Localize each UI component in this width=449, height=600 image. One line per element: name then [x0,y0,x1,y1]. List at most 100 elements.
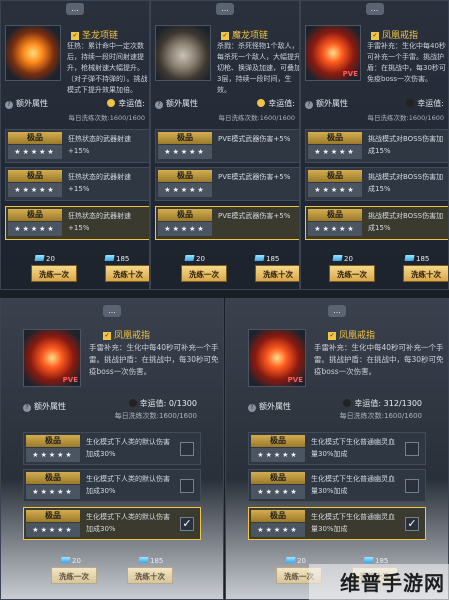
item-name-text: 魔龙项链 [232,31,269,41]
lock-checkbox-checked[interactable]: ✓ [180,517,194,531]
luck-value: 幸运值: 0/1300 [128,398,197,409]
lock-checkbox[interactable] [180,479,194,493]
gem-icon [34,255,45,261]
daily-count: 每日洗练次数:1600/1600 [114,412,197,420]
tier-badge: 极品 [8,209,62,221]
refine-once-button[interactable]: 洗练一次 [329,265,375,282]
refine-ten-button[interactable]: 洗练十次 [255,265,299,282]
attr-row[interactable]: 极品 ★★★★★ 生化模式下生化普通幽灵血量30%加成 [248,469,426,502]
tier-badge: 极品 [8,132,62,144]
star-rating: ★★★★★ [251,523,305,537]
refine-once-button[interactable]: 洗练一次 [51,567,97,584]
item-image-ring: PVE [23,329,81,387]
lock-checkbox[interactable] [180,442,194,456]
star-rating: ★★★★★ [26,485,80,499]
attr-row[interactable]: 极品 ★★★★★ 狂热状态的武器射速+15% [5,129,149,163]
item-image-ring: PVE [248,329,306,387]
cost-once: 20 [332,255,353,263]
attr-row[interactable]: 极品 ★★★★★ PVE模式武器伤害+5% [155,206,299,240]
item-type-icon: ✓ [371,32,379,40]
item-name-text: 圣龙项链 [82,31,119,41]
attr-row[interactable]: 极品 ★★★★★ 生化模式下人类的默认伤害加成30% [23,432,201,465]
tier-badge: 极品 [251,435,305,447]
luck-icon [406,99,415,107]
help-icon[interactable]: ? [305,101,313,109]
lock-checkbox[interactable] [405,479,419,493]
chat-icon[interactable]: ... [216,3,234,15]
star-rating: ★★★★★ [26,523,80,537]
luck-value: 幸运值: 312/1300 [343,398,422,409]
cost-once-value: 20 [297,557,306,565]
cost-ten-value: 185 [266,255,280,263]
item-name-text: 凤凰戒指 [382,31,419,41]
gem-icon [285,557,296,563]
chat-icon[interactable]: ... [365,3,384,15]
attr-row[interactable]: 极品 ★★★★★ 生化模式下人类的默认伤害加成30% [23,469,201,502]
gem-icon [404,255,415,261]
refine-panel-5: ... PVE ✓ 凤凰戒指 手雷补充：生化中每40秒可补充一个手雷。挑战护盾：在… [225,298,449,600]
tier-badge: 极品 [8,170,62,182]
help-icon[interactable]: ? [248,404,256,412]
star-rating: ★★★★★ [8,145,62,159]
tier-badge: 极品 [26,510,80,522]
tier-badge: 极品 [158,209,212,221]
attr-row[interactable]: 极品 ★★★★★ PVE模式武器伤害+5% [155,129,299,163]
luck-icon [257,99,266,107]
attr-text: 挑战模式对BOSS伤害加成15% [368,135,444,155]
pve-tag: PVE [342,70,358,78]
refine-once-button[interactable]: 洗练一次 [181,265,227,282]
refine-ten-button[interactable]: 洗练十次 [127,567,173,584]
daily-count: 每日洗练次数:1600/1600 [339,412,422,420]
star-rating: ★★★★★ [8,222,62,236]
attr-row[interactable]: 极品 ★★★★★ 生化模式下人类的默认伤害加成30% ✓ [23,507,201,540]
item-image-necklace [5,25,61,81]
attr-row[interactable]: 极品 ★★★★★ 挑战模式对BOSS伤害加成15% [305,206,448,240]
item-image-necklace [155,25,211,81]
tier-badge: 极品 [26,472,80,484]
star-rating: ★★★★★ [251,448,305,462]
cost-ten: 185 [104,255,129,263]
refine-once-button[interactable]: 洗练一次 [31,265,77,282]
attr-row[interactable]: 极品 ★★★★★ 生化模式下生化普通幽灵血量30%加成 ✓ [248,507,426,540]
gem-icon [332,255,343,261]
refine-ten-button[interactable]: 洗练十次 [105,265,149,282]
chat-icon[interactable]: ... [328,305,346,317]
help-icon[interactable]: ? [5,101,13,109]
chat-icon[interactable]: ... [66,3,84,15]
refine-panel-3: ... PVE ✓ 凤凰戒指 手雷补充：生化中每40秒可补充一个手雷。挑战护盾：在… [300,0,449,290]
attr-row[interactable]: 极品 ★★★★★ PVE模式武器伤害+5% [155,167,299,201]
luck-label: 幸运值: [118,99,145,108]
extra-attr-label: 额外属性 [34,402,66,411]
cost-ten-value: 185 [150,557,164,565]
cost-once-value: 20 [46,255,55,263]
lock-checkbox[interactable] [405,442,419,456]
gem-icon [104,255,115,261]
gem-icon [254,255,265,261]
attr-row[interactable]: 极品 ★★★★★ 挑战模式对BOSS伤害加成15% [305,167,448,201]
item-name: ✓ 凤凰戒指 [328,328,375,341]
cost-once: 20 [34,255,55,263]
lock-checkbox-checked[interactable]: ✓ [405,517,419,531]
refine-ten-button[interactable]: 洗练十次 [403,265,448,282]
star-rating: ★★★★★ [308,145,362,159]
attr-text: 挑战模式对BOSS伤害加成15% [368,173,444,193]
tier-badge: 极品 [158,170,212,182]
attr-row[interactable]: 极品 ★★★★★ 狂热状态的武器射速+15% [5,167,149,201]
item-name: ✓ 魔龙项链 [221,28,268,41]
cost-once-value: 20 [72,557,81,565]
site-watermark: 维普手游网 [340,571,445,595]
tier-badge: 极品 [308,209,362,221]
tier-badge: 极品 [251,472,305,484]
help-icon[interactable]: ? [23,404,31,412]
extra-attr-label: 额外属性 [16,99,48,108]
attr-row[interactable]: 极品 ★★★★★ 生化模式下生化普通幽灵血量30%加成 [248,432,426,465]
cost-ten: 185 [404,255,429,263]
attr-row[interactable]: 极品 ★★★★★ 挑战模式对BOSS伤害加成15% [305,129,448,163]
star-rating: ★★★★★ [26,448,80,462]
help-icon[interactable]: ? [155,101,163,109]
attr-text: 生化模式下生化普通幽灵血量30%加成 [311,438,395,458]
star-rating: ★★★★★ [8,183,62,197]
attr-row[interactable]: 极品 ★★★★★ 狂热状态的武器射速+15% [5,206,149,240]
extra-attr-title: ? 额外属性 [248,401,291,412]
chat-icon[interactable]: ... [103,305,121,317]
